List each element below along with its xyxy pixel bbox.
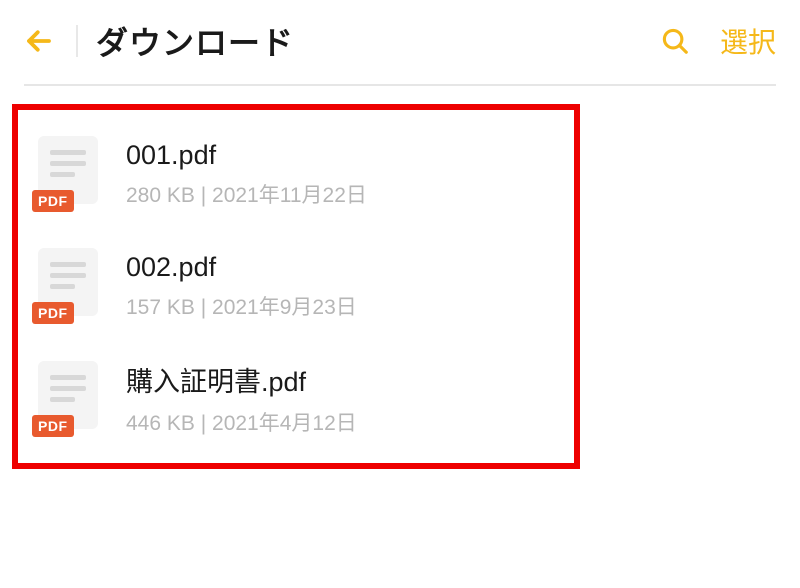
pdf-badge: PDF bbox=[32, 302, 74, 324]
pdf-file-icon: PDF bbox=[32, 361, 104, 437]
pdf-file-icon: PDF bbox=[32, 248, 104, 324]
page-title: ダウンロード bbox=[96, 18, 644, 64]
file-meta: 446 KB | 2021年4月12日 bbox=[126, 407, 357, 437]
file-list-highlight: PDF 001.pdf 280 KB | 2021年11月22日 PDF 002… bbox=[12, 104, 580, 469]
search-button[interactable] bbox=[660, 26, 690, 56]
pdf-badge: PDF bbox=[32, 190, 74, 212]
file-list-item[interactable]: PDF 001.pdf 280 KB | 2021年11月22日 bbox=[18, 118, 574, 230]
file-meta: 280 KB | 2021年11月22日 bbox=[126, 179, 367, 209]
search-icon bbox=[660, 26, 690, 56]
file-name: 購入証明書.pdf bbox=[126, 360, 357, 399]
back-button[interactable] bbox=[24, 26, 54, 56]
file-list-item[interactable]: PDF 002.pdf 157 KB | 2021年9月23日 bbox=[18, 230, 574, 342]
pdf-badge: PDF bbox=[32, 415, 74, 437]
file-info: 購入証明書.pdf 446 KB | 2021年4月12日 bbox=[126, 360, 357, 437]
arrow-left-icon bbox=[24, 26, 54, 56]
select-button[interactable]: 選択 bbox=[720, 21, 776, 61]
header-bar: ダウンロード 選択 bbox=[0, 0, 800, 80]
file-info: 002.pdf 157 KB | 2021年9月23日 bbox=[126, 252, 357, 321]
pdf-file-icon: PDF bbox=[32, 136, 104, 212]
file-name: 001.pdf bbox=[126, 140, 367, 171]
file-info: 001.pdf 280 KB | 2021年11月22日 bbox=[126, 140, 367, 209]
file-meta: 157 KB | 2021年9月23日 bbox=[126, 291, 357, 321]
file-list: PDF 001.pdf 280 KB | 2021年11月22日 PDF 002… bbox=[18, 118, 574, 455]
file-name: 002.pdf bbox=[126, 252, 357, 283]
file-list-item[interactable]: PDF 購入証明書.pdf 446 KB | 2021年4月12日 bbox=[18, 342, 574, 455]
header-divider bbox=[76, 25, 78, 57]
header-separator bbox=[24, 84, 776, 86]
